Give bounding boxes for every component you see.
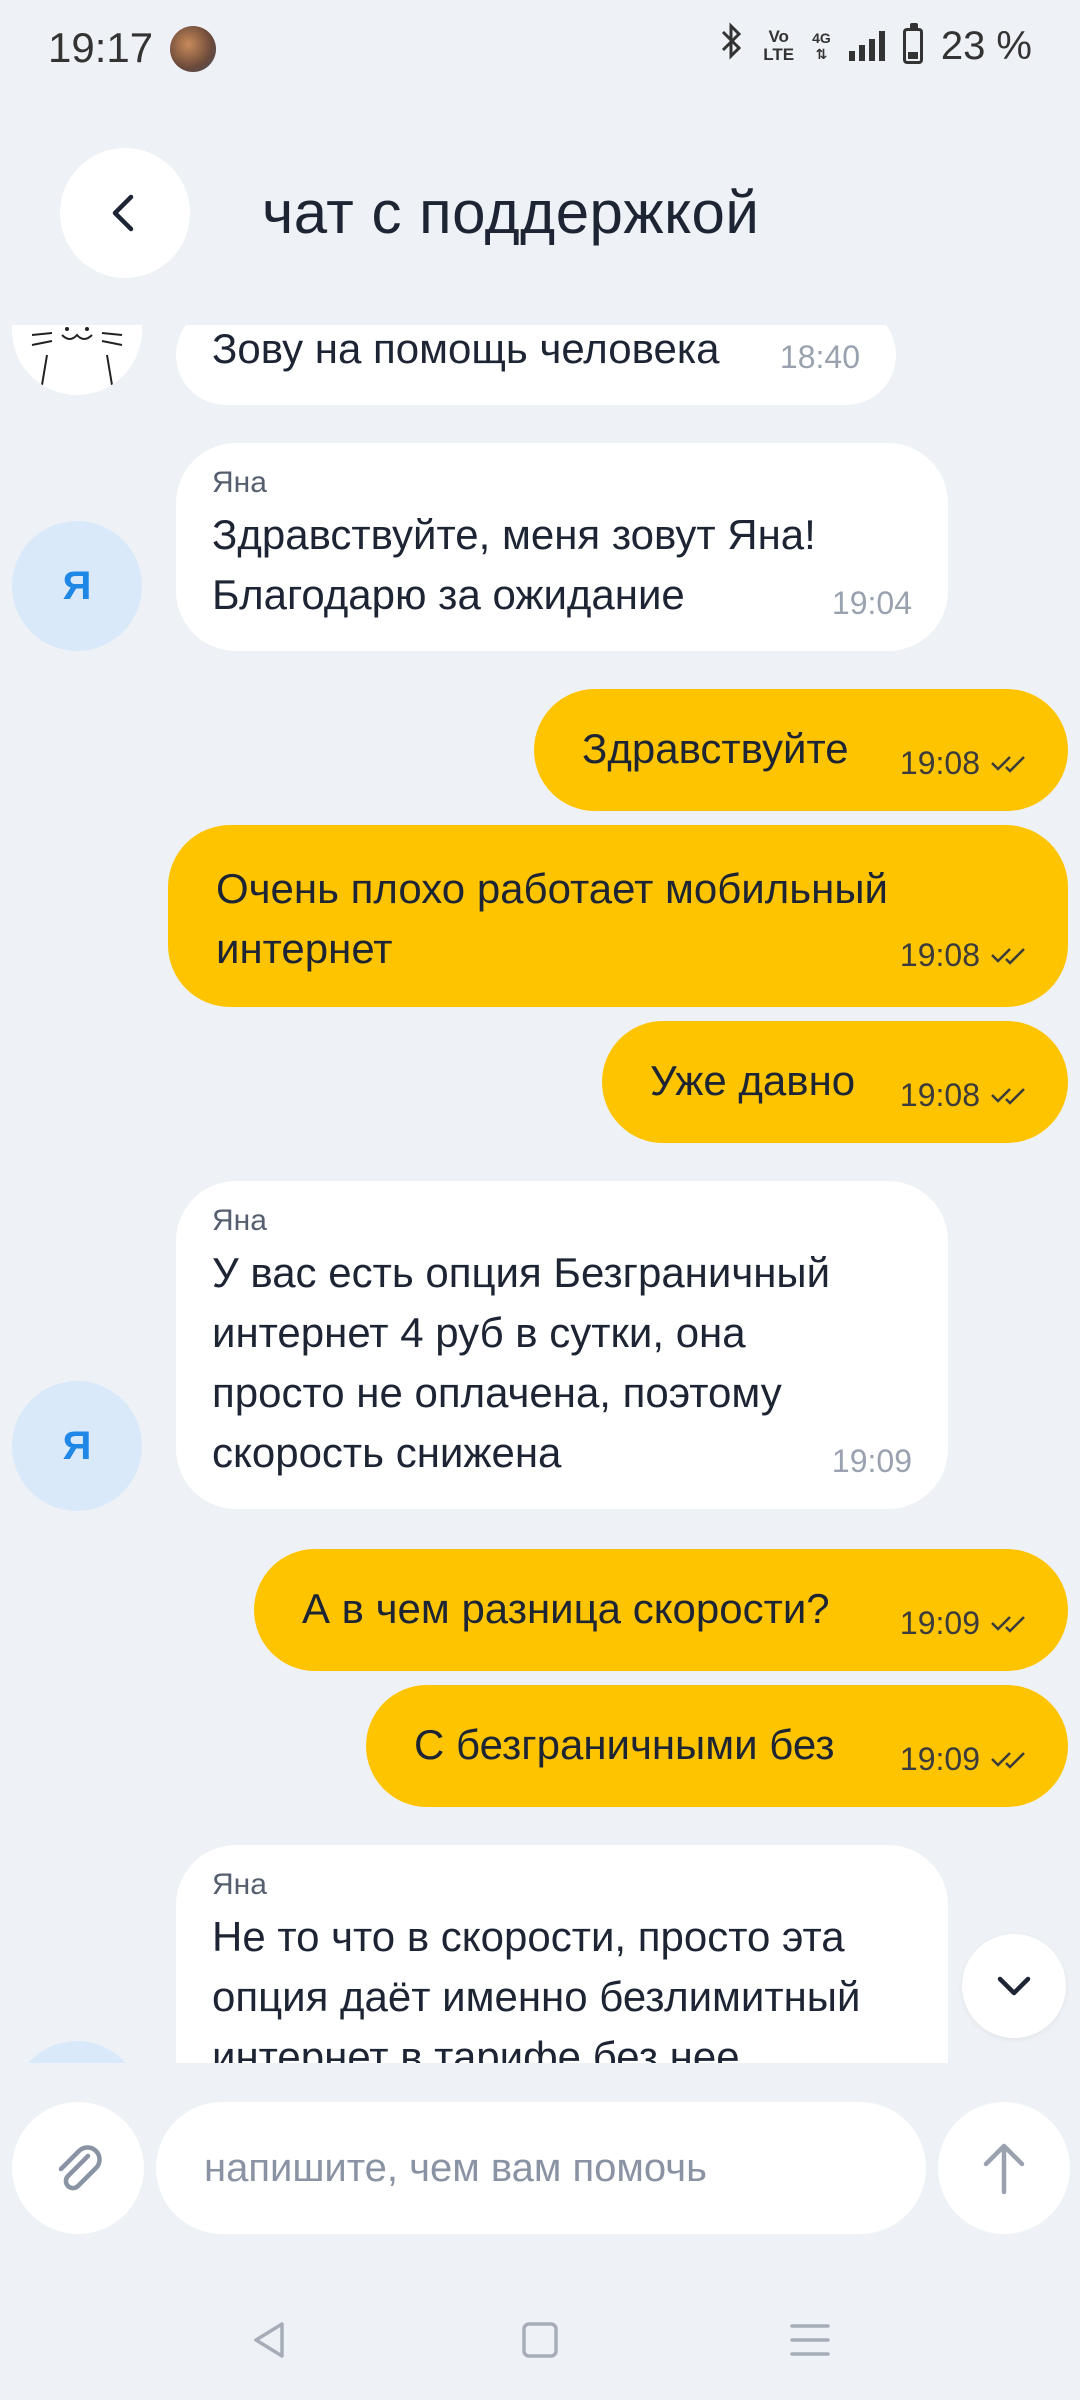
incoming-message: Зову на помощь человека 18:40 (176, 325, 896, 405)
message-input[interactable] (156, 2102, 926, 2234)
outgoing-message: Здравствуйте 19:08 (534, 689, 1068, 811)
arrow-up-icon (983, 2143, 1025, 2195)
double-check-icon (991, 948, 1025, 965)
nav-back-button[interactable] (240, 2310, 300, 2370)
outgoing-message: А в чем разница скорости? 19:09 (254, 1549, 1068, 1671)
chevron-left-icon (112, 194, 134, 232)
incoming-message: Яна Не то что в скорости, просто эта опц… (176, 1845, 948, 2063)
attach-button[interactable] (12, 2102, 144, 2234)
menu-icon (790, 2324, 830, 2356)
paperclip-icon (58, 2145, 102, 2191)
page-title: чат с поддержкой (262, 179, 760, 246)
agent-avatar: Я (12, 1381, 142, 1511)
back-button[interactable] (60, 148, 190, 278)
battery-percentage: 23 % (940, 23, 1032, 68)
chat-header: чат с поддержкой (0, 140, 1080, 290)
agent-avatar: Я (12, 521, 142, 651)
nav-home-button[interactable] (510, 2310, 570, 2370)
nav-menu-button[interactable] (780, 2310, 840, 2370)
bot-avatar (12, 325, 142, 395)
message-list[interactable]: Зову на помощь человека 18:40 Я Яна Здра… (0, 325, 1080, 2063)
bluetooth-icon (719, 22, 745, 70)
double-check-icon (991, 1616, 1025, 1633)
triangle-back-icon (254, 2322, 284, 2358)
status-icons: Vo LTE 4G ⇅ 23 % (719, 22, 1032, 70)
signal-icon (848, 31, 885, 61)
status-bar: 19:17 Vo LTE 4G ⇅ 23 % (0, 0, 1080, 100)
chevron-down-icon (997, 1976, 1031, 1996)
send-button[interactable] (938, 2102, 1070, 2234)
double-check-icon (991, 756, 1025, 773)
outgoing-message: С безграничными без 19:09 (366, 1685, 1068, 1807)
status-time: 19:17 (48, 24, 154, 71)
double-check-icon (991, 1088, 1025, 1105)
battery-icon (902, 23, 923, 64)
square-home-icon (522, 2322, 558, 2358)
scroll-down-button[interactable] (962, 1934, 1066, 2038)
cat-icon (31, 327, 123, 386)
notification-avatar-icon (170, 26, 216, 72)
system-navigation-bar (0, 2270, 1080, 2400)
outgoing-message: Очень плохо работает мобильный интернет … (168, 825, 1068, 1007)
data-type-indicator: 4G ⇅ (812, 30, 831, 62)
composer (0, 2100, 1080, 2240)
incoming-message: Яна Здравствуйте, меня зовут Яна! Благод… (176, 443, 948, 651)
agent-avatar: Я (12, 2041, 142, 2063)
outgoing-message: Уже давно 19:08 (602, 1021, 1068, 1143)
incoming-message: Яна У вас есть опция Безграничный интерн… (176, 1181, 948, 1509)
volte-indicator: Vo LTE (763, 27, 795, 64)
double-check-icon (991, 1752, 1025, 1769)
